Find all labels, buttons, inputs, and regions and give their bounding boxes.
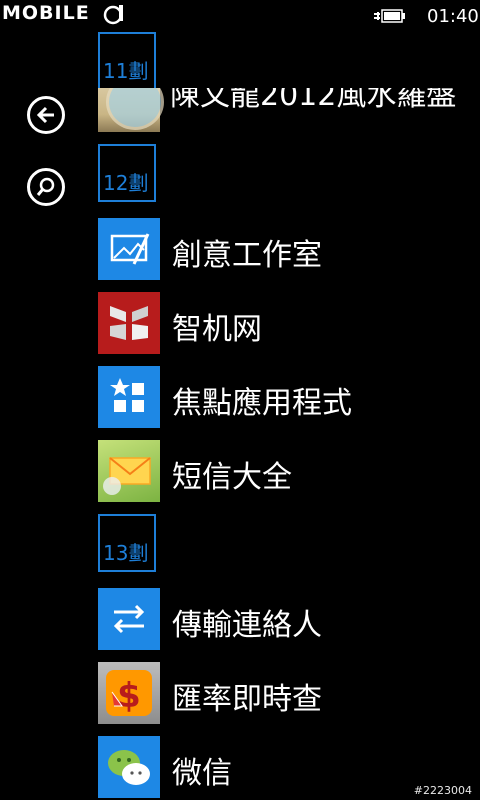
battery-charging-icon <box>374 9 405 23</box>
list-item-label: 創意工作室 <box>172 238 322 273</box>
list-item-label: 傳輸連絡人 <box>172 608 322 643</box>
list-item-label: 匯率即時查 <box>172 682 322 717</box>
list-item-sms-collection[interactable]: 短信大全 <box>98 440 480 502</box>
list-item-partial[interactable]: 陳文龍2012風水羅盤 <box>98 88 480 132</box>
photo-edit-icon <box>98 218 160 280</box>
group-header-label: 12劃 <box>103 171 149 195</box>
group-header-label: 13劃 <box>103 541 149 565</box>
list-item-label: 智机网 <box>172 312 262 347</box>
search-icon <box>36 177 55 196</box>
status-bar: MOBILE 01:40 <box>0 0 480 32</box>
list-item-focus-apps[interactable]: 焦點應用程式 <box>98 366 480 428</box>
compass-icon <box>98 88 164 132</box>
back-button[interactable] <box>27 96 65 134</box>
watermark: #2223004 <box>413 784 472 797</box>
list-item-label: 短信大全 <box>172 460 292 495</box>
group-header-13[interactable]: 13劃 <box>98 514 156 572</box>
mobile01-logo-icon <box>103 5 123 25</box>
list-item-zhiji[interactable]: 智机网 <box>98 292 480 354</box>
list-item-exchange-rate[interactable]: $ 匯率即時查 <box>98 662 480 724</box>
group-header-11[interactable]: 11劃 <box>98 32 156 90</box>
list-item-transfer-contacts[interactable]: 傳輸連絡人 <box>98 588 480 650</box>
list-item-creative-studio[interactable]: 創意工作室 <box>98 218 480 280</box>
arrow-left-icon <box>36 106 54 124</box>
app-grid-icon <box>98 366 160 428</box>
svg-text:$: $ <box>117 676 141 716</box>
wechat-icon <box>98 736 160 798</box>
brand-label: MOBILE <box>2 2 90 24</box>
group-header-label: 11劃 <box>103 59 149 83</box>
group-header-12[interactable]: 12劃 <box>98 144 156 202</box>
currency-icon: $ <box>98 662 160 724</box>
list-item-label: 微信 <box>172 756 232 791</box>
envelope-icon <box>98 440 160 502</box>
transfer-arrows-icon <box>98 588 160 650</box>
clock: 01:40 <box>427 6 479 27</box>
search-button[interactable] <box>27 168 65 206</box>
list-item-label: 焦點應用程式 <box>172 386 352 421</box>
list-item-label: 陳文龍2012風水羅盤 <box>170 88 457 113</box>
zhiji-logo-icon <box>98 292 160 354</box>
